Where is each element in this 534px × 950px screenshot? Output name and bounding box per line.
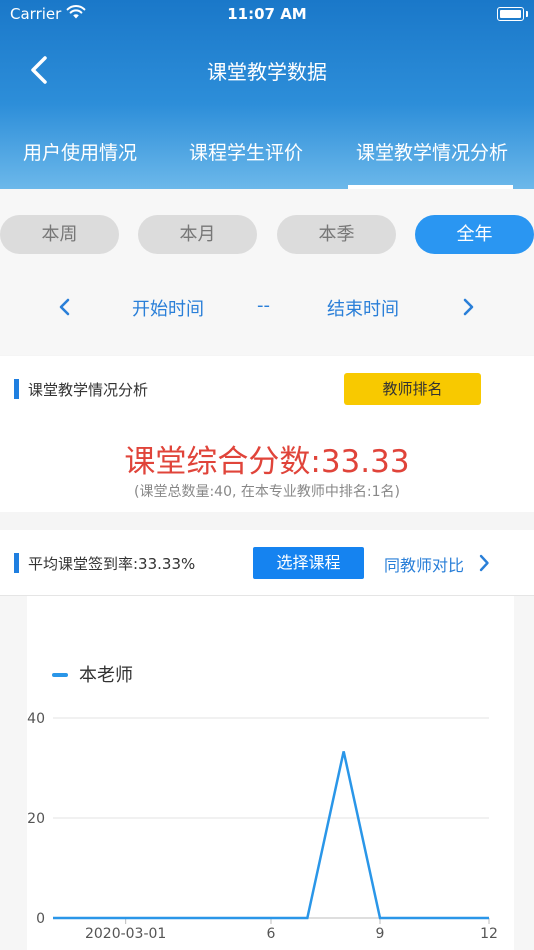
x-tick-label: 6 <box>267 926 276 942</box>
chevron-right-icon <box>463 298 474 316</box>
overall-score: 课堂综合分数:33.33 <box>124 444 410 480</box>
tab-course-evaluation[interactable]: 课程学生评价 <box>176 138 316 165</box>
next-period-button[interactable] <box>461 297 475 322</box>
period-week-button[interactable]: 本周 <box>0 215 119 254</box>
compare-teachers-link[interactable]: 同教师对比 <box>384 552 464 576</box>
clock: 11:07 AM <box>227 5 307 23</box>
series-line-0 <box>53 751 489 920</box>
score-detail: (课堂总数量:40, 在本专业教师中排名:1名) <box>134 484 400 500</box>
start-time-picker[interactable]: 开始时间 <box>132 295 204 321</box>
x-tick-label: 12 <box>480 926 498 942</box>
teacher-ranking-button[interactable]: 教师排名 <box>344 373 481 405</box>
tab-user-usage[interactable]: 用户使用情况 <box>10 138 150 165</box>
legend-label: 本老师 <box>79 665 133 686</box>
period-month-button[interactable]: 本月 <box>138 215 257 254</box>
tab-bar: 用户使用情况 课程学生评价 课堂教学情况分析 <box>0 138 534 189</box>
attendance-line-chart: 0 20 40 2020-03-01 6 9 12 本老师 <box>27 665 498 942</box>
x-tick-label: 9 <box>376 926 385 942</box>
period-year-button[interactable]: 全年 <box>415 215 534 254</box>
date-separator: -- <box>257 295 270 316</box>
analysis-section-title: 课堂教学情况分析 <box>28 381 149 399</box>
battery-icon <box>497 7 528 21</box>
section-marker <box>14 379 19 399</box>
select-course-button[interactable]: 选择课程 <box>253 547 364 579</box>
status-bar: Carrier 11:07 AM <box>0 0 534 30</box>
tab-teaching-analysis[interactable]: 课堂教学情况分析 <box>342 138 522 165</box>
header: Carrier 11:07 AM 课堂教学数据 用户使用情况 课程学生评价 课堂… <box>0 0 534 189</box>
x-tick-label: 2020-03-01 <box>85 926 166 942</box>
page-title: 课堂教学数据 <box>207 60 327 84</box>
attendance-section-title: 平均课堂签到率:33.33% <box>28 555 196 573</box>
period-quarter-button[interactable]: 本季 <box>277 215 396 254</box>
prev-period-button[interactable] <box>58 297 72 322</box>
period-selector: 本周 本月 本季 全年 开始时间 -- 结束时间 <box>0 189 534 355</box>
end-time-picker[interactable]: 结束时间 <box>327 295 399 321</box>
y-tick-label: 40 <box>27 711 45 727</box>
section-marker <box>14 553 19 573</box>
y-tick-label: 0 <box>36 911 45 927</box>
chevron-right-icon[interactable] <box>478 554 490 576</box>
date-range-row: 开始时间 -- 结束时间 <box>0 293 534 323</box>
chevron-left-icon <box>59 298 70 316</box>
score-card: 课堂教学情况分析 教师排名 课堂综合分数:33.33 (课堂总数量:40, 在本… <box>0 356 534 512</box>
y-tick-label: 20 <box>27 811 45 827</box>
